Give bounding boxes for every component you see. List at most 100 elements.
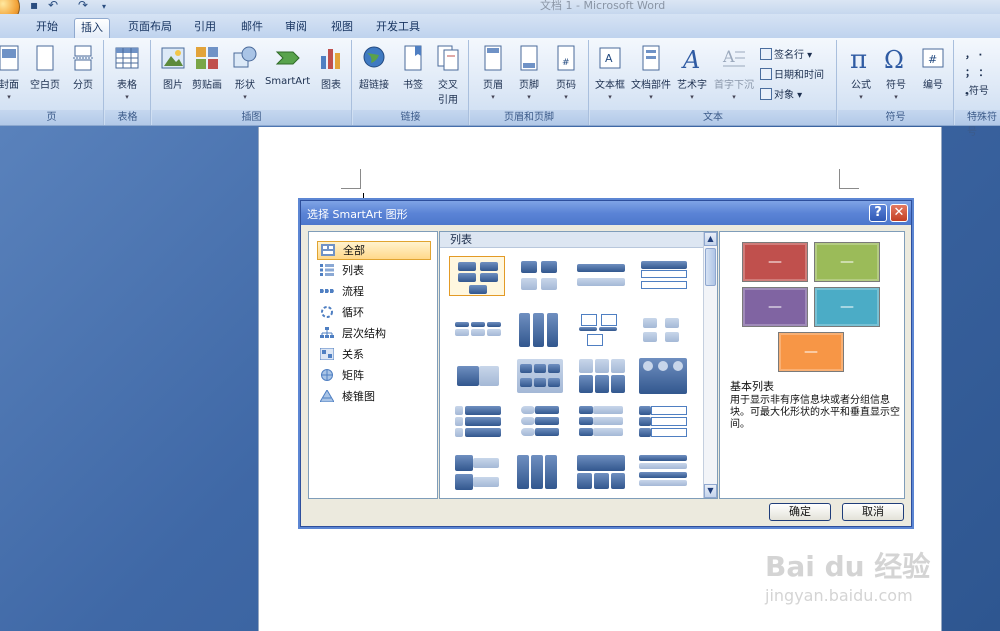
tab-view[interactable]: 视图 — [325, 18, 359, 38]
category-hierarchy[interactable]: 层次结构 — [317, 325, 431, 344]
drop-cap-button[interactable]: A 首字下沉 ▾ — [714, 44, 754, 101]
blank-page-button[interactable]: 空白页 — [30, 44, 60, 91]
smartart-dialog: 选择 SmartArt 图形 ? ✕ 全部 列表 流程 循环 层次结构 关系 矩… — [300, 200, 912, 527]
layout-segmented-list[interactable] — [511, 402, 567, 442]
redo-icon[interactable]: ↷ — [78, 0, 88, 12]
layout-horizontal-bullet-list[interactable] — [573, 256, 629, 296]
cover-page-button[interactable]: 封面 ▾ — [0, 44, 22, 101]
layout-basic-block-list[interactable] — [449, 256, 505, 296]
layout-table-list[interactable] — [449, 310, 505, 350]
category-pyramid[interactable]: 棱锥图 — [317, 388, 431, 407]
shapes-icon — [233, 46, 257, 68]
chart-button[interactable]: 图表 — [318, 44, 344, 91]
quick-parts-button[interactable]: 文档部件 ▾ — [631, 44, 671, 101]
svg-text:A: A — [722, 47, 735, 66]
dropdown-arrow-icon: ▾ — [649, 93, 653, 101]
layout-trapezoid-list[interactable] — [573, 402, 629, 442]
hyperlink-button[interactable]: 超链接 — [359, 44, 389, 91]
pi-icon: π — [850, 45, 867, 72]
chart-icon — [321, 49, 340, 69]
layout-table-hierarchy[interactable] — [573, 452, 629, 492]
close-button[interactable]: ✕ — [890, 204, 908, 222]
category-relationship[interactable]: 关系 — [317, 346, 431, 365]
ribbon: 封面 ▾ 空白页 分页 页 表格 ▾ 表格 图片 剪贴画 形状 ▾ SmartA… — [0, 38, 1000, 138]
tab-developer[interactable]: 开发工具 — [370, 18, 426, 38]
symbol-button[interactable]: Ω 符号 ▾ — [883, 44, 909, 101]
tab-references[interactable]: 引用 — [188, 18, 222, 38]
layout-lined-list[interactable] — [449, 356, 505, 396]
help-button[interactable]: ? — [869, 204, 887, 222]
group-page: 封面 ▾ 空白页 分页 页 — [0, 40, 104, 125]
dialog-title-bar[interactable]: 选择 SmartArt 图形 ? ✕ — [301, 201, 911, 225]
category-process[interactable]: 流程 — [317, 283, 431, 302]
save-icon[interactable]: ▪ — [30, 0, 38, 12]
header-button[interactable]: 页眉 ▾ — [480, 44, 506, 101]
layout-square-accent-list[interactable] — [449, 402, 505, 442]
object-icon — [760, 88, 772, 100]
smartart-icon — [275, 51, 300, 65]
category-matrix[interactable]: 矩阵 — [317, 367, 431, 386]
scroll-thumb[interactable] — [705, 248, 716, 286]
scroll-up-icon[interactable]: ▲ — [704, 232, 717, 246]
category-cycle[interactable]: 循环 — [317, 304, 431, 323]
group-page-label: 页 — [0, 110, 103, 125]
tab-review[interactable]: 审阅 — [279, 18, 313, 38]
category-list-type[interactable]: 列表 — [317, 262, 431, 281]
header-label: 页眉 — [483, 80, 503, 91]
text-box-button[interactable]: A 文本框 ▾ — [595, 44, 625, 101]
page-number-button[interactable]: # 页码 ▾ — [553, 44, 579, 101]
layout-arrow-list[interactable] — [449, 452, 505, 492]
qat-dropdown-icon[interactable]: ▾ — [102, 2, 106, 11]
title-bar: ▪ ↶ ↷ ▾ 文档 1 - Microsoft Word — [0, 0, 1000, 24]
date-time-icon — [760, 68, 772, 80]
equation-button[interactable]: π 公式 ▾ — [848, 44, 874, 101]
layout-chevron-list[interactable] — [635, 402, 691, 442]
bookmark-button[interactable]: 书签 — [400, 44, 426, 91]
dropdown-arrow-icon: ▾ — [527, 93, 531, 101]
tab-mailings[interactable]: 邮件 — [235, 18, 269, 38]
smartart-button[interactable]: SmartArt — [265, 44, 310, 87]
layout-vertical-bullet-list[interactable] — [511, 310, 567, 350]
clip-art-button[interactable]: 剪贴画 — [192, 44, 222, 91]
shapes-button[interactable]: 形状 ▾ — [232, 44, 258, 101]
preview-shape-teal: — — [814, 287, 880, 327]
layout-circle-picture-list[interactable] — [635, 310, 691, 350]
special-symbol-comma-icon[interactable]: ， · — [965, 46, 982, 61]
number-button[interactable]: # 编号 — [920, 44, 946, 91]
wordart-button[interactable]: A 艺术字 ▾ — [677, 44, 707, 101]
preview-shape-red: — — [742, 242, 808, 282]
signature-line-button[interactable]: 签名行 ▾ — [760, 46, 812, 61]
layout-grouped-list[interactable] — [511, 356, 567, 396]
layout-chevron-accent-process[interactable] — [511, 452, 567, 492]
category-cycle-label: 循环 — [342, 306, 364, 319]
layout-horizontal-bullet-list-2[interactable] — [635, 452, 691, 492]
svg-text:A: A — [605, 52, 613, 65]
layout-tab-list[interactable] — [573, 356, 629, 396]
cross-reference-icon — [437, 45, 459, 71]
cross-reference-label-2: 引用 — [438, 95, 458, 106]
table-icon — [115, 47, 139, 69]
date-time-button[interactable]: 日期和时间 — [760, 66, 824, 81]
special-symbol-semicolon-icon[interactable]: ； ： — [965, 64, 988, 79]
tab-home[interactable]: 开始 — [30, 18, 64, 38]
layout-alternating-hexagons[interactable] — [511, 256, 567, 296]
tab-page-layout[interactable]: 页面布局 — [122, 18, 178, 38]
table-button[interactable]: 表格 ▾ — [114, 44, 140, 101]
layout-stacked-list[interactable] — [635, 256, 691, 296]
layout-vertical-circle-list[interactable] — [635, 356, 691, 396]
cross-reference-button[interactable]: 交叉 引用 — [435, 44, 461, 106]
category-all[interactable]: 全部 — [317, 241, 431, 260]
picture-button[interactable]: 图片 — [160, 44, 186, 91]
object-button[interactable]: 对象 ▾ — [760, 86, 802, 101]
tab-insert[interactable]: 插入 — [74, 18, 110, 38]
page-break-button[interactable]: 分页 — [70, 44, 96, 91]
undo-icon[interactable]: ↶ — [48, 0, 58, 12]
footer-button[interactable]: 页脚 ▾ — [516, 44, 542, 101]
cancel-button[interactable]: 取消 — [842, 503, 904, 521]
scroll-down-icon[interactable]: ▼ — [704, 484, 717, 498]
ok-button[interactable]: 确定 — [769, 503, 831, 521]
gallery-scrollbar[interactable]: ▲ ▼ — [703, 232, 717, 498]
layout-picture-caption-list[interactable] — [573, 310, 629, 350]
special-symbol-button[interactable]: ❟符号 — [965, 82, 989, 97]
preview-shape-purple: — — [742, 287, 808, 327]
